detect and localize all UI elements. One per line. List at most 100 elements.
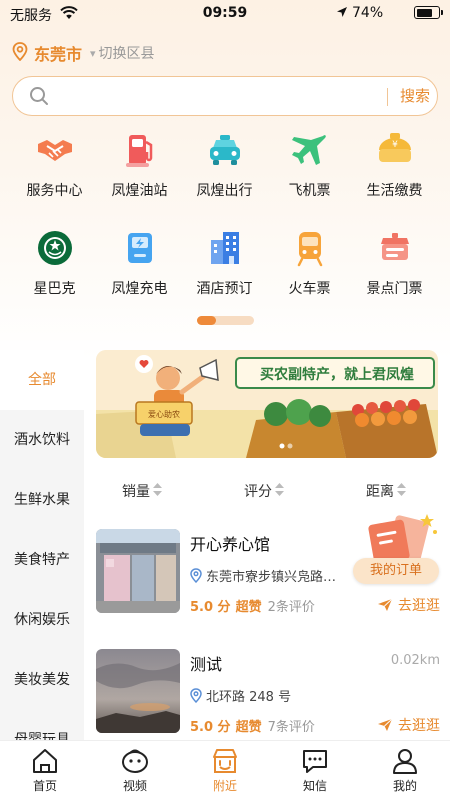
message-icon [301,747,329,775]
service-label: 服务中心 [26,183,83,199]
service-label: 火车票 [288,281,331,297]
shop-address-text: 东莞市寮步镇兴凫路… [206,570,337,585]
service-item-starbucks[interactable]: 星巴克 [12,228,97,298]
page-indicator-active [197,316,216,325]
address-pin-icon [190,688,202,703]
search-button[interactable]: 搜索 [393,85,437,106]
video-icon [121,747,149,775]
search-divider [387,88,388,106]
status-bar: 无服务 09:59 74% [0,0,450,28]
visit-shop-button[interactable]: 去逛逛 [377,715,440,735]
home-icon [31,747,59,775]
visit-shop-button[interactable]: 去逛逛 [377,595,440,615]
service-label: 飞机票 [288,183,331,199]
service-item-tickets[interactable]: 景点门票 [352,228,437,298]
search-input[interactable] [61,83,361,109]
chevron-down-icon[interactable]: ▾ [90,47,96,60]
sort-label: 距离 [366,484,394,500]
handshake-icon [35,130,75,170]
tab-home[interactable]: 首页 [0,741,90,794]
profile-icon [391,747,419,775]
tab-messages[interactable]: 知信 [270,741,360,794]
tab-nearby[interactable]: 附近 [180,741,270,794]
tab-video[interactable]: 视频 [90,741,180,794]
sort-label: 销量 [122,484,150,500]
map-pin-icon [12,41,28,65]
banner-sign-text: 爱心助农 [148,409,180,419]
sort-by-rating[interactable]: 评分 [244,481,284,501]
shop-score: 5.0 分 [190,600,231,615]
service-item-train[interactable]: 火车票 [267,228,352,298]
sort-label: 评分 [244,484,272,500]
shop-score: 5.0 分 [190,720,231,735]
my-orders-float[interactable]: 我的订单 [353,510,441,586]
airplane-icon [290,130,330,170]
send-icon [378,718,393,731]
send-icon [378,598,393,611]
category-sidebar: 全部 酒水饮料 生鲜水果 美食特产 休闲娱乐 美妆美发 母婴玩具 [0,350,84,740]
shop-address-text: 北环路 248 号 [206,690,292,705]
service-item-charging[interactable]: 凤煌充电 [97,228,182,298]
service-label: 凤煌充电 [111,281,168,297]
tab-label: 首页 [32,779,57,793]
grid-page-indicator [197,316,254,325]
battery-icon [414,6,443,19]
tab-profile[interactable]: 我的 [360,741,450,794]
location-selector[interactable]: 东莞市 ▾ 切换区县 [12,40,155,66]
service-item-service-center[interactable]: 服务中心 [12,130,97,200]
service-item-fuel-station[interactable]: 凤煌油站 [97,130,182,200]
shop-thumbnail [96,529,180,613]
service-item-ride[interactable]: 凤煌出行 [182,130,267,200]
shop-review-count: 2条评价 [267,600,315,615]
category-item-baby-toys[interactable]: 母婴玩具 [0,710,84,740]
hotel-icon [205,228,245,268]
bill-payment-icon: ¥ [375,130,415,170]
tab-label: 我的 [392,779,417,793]
shop-name: 开心养心馆 [190,535,271,554]
category-item-drinks[interactable]: 酒水饮料 [0,410,84,470]
visit-shop-label: 去逛逛 [398,598,440,614]
sort-arrows-icon [397,482,406,500]
tab-label: 知信 [302,779,327,793]
service-item-flights[interactable]: 飞机票 [267,130,352,200]
battery-percent: 74% [352,5,384,21]
my-orders-button[interactable]: 我的订单 [353,558,439,584]
nearby-shop-icon [211,747,239,775]
service-label: 凤煌出行 [196,183,253,199]
service-item-hotel[interactable]: 酒店预订 [182,228,267,298]
sort-by-distance[interactable]: 距离 [366,481,406,501]
search-bar: 搜索 [12,76,438,116]
sort-arrows-icon [153,482,162,500]
service-label: 酒店预订 [196,281,253,297]
category-item-local-food[interactable]: 美食特产 [0,530,84,590]
tab-label: 视频 [122,779,147,793]
shop-review-count: 7条评价 [267,720,315,735]
ticket-icon [375,228,415,268]
service-grid: 服务中心 凤煌油站 凤煌出行 飞机票 ¥ 生活缴费 星巴克 凤煌充电 酒店预订 … [12,130,438,310]
sort-by-sales[interactable]: 销量 [122,481,162,501]
charging-icon [120,228,160,268]
category-item-all[interactable]: 全部 [0,350,84,410]
service-label: 景点门票 [366,281,423,297]
shop-level: 超赞 [235,600,262,615]
category-item-beauty[interactable]: 美妆美发 [0,650,84,710]
category-item-leisure[interactable]: 休闲娱乐 [0,590,84,650]
switch-district-link[interactable]: 切换区县 [99,43,155,63]
search-icon [29,86,49,110]
shop-level: 超赞 [235,720,262,735]
sort-arrows-icon [275,482,284,500]
address-pin-icon [190,568,202,583]
shop-name: 测试 [190,655,223,674]
city-name[interactable]: 东莞市 [34,41,82,65]
service-item-bill-payment[interactable]: ¥ 生活缴费 [352,130,437,200]
tab-label: 附近 [212,779,237,793]
shop-distance: 0.02km [390,653,440,668]
banner-slogan: 买农副特产，就上君凤煌 [260,367,414,383]
shop-address: 北环路 248 号 [190,686,291,705]
shop-thumbnail [96,649,180,733]
category-item-fresh-fruit[interactable]: 生鲜水果 [0,470,84,530]
service-label: 星巴克 [33,281,76,297]
promo-banner[interactable]: 爱心助农 买农副特产，就上君凤煌 [96,350,438,458]
sort-bar: 销量 评分 距离 [84,474,450,506]
visit-shop-label: 去逛逛 [398,718,440,734]
